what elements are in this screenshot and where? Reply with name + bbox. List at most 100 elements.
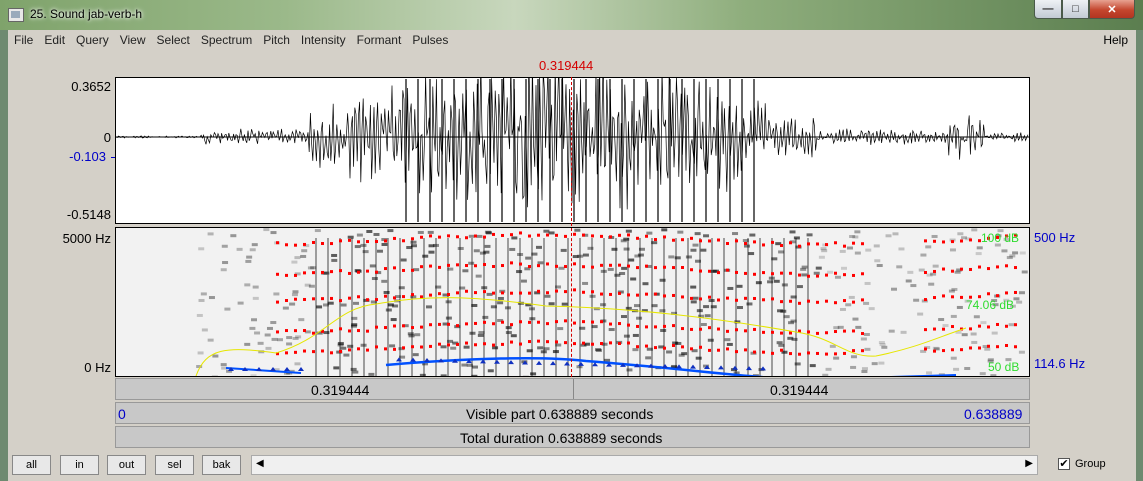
menu-file[interactable]: File [8, 30, 38, 50]
menu-spectrum[interactable]: Spectrum [195, 30, 257, 50]
spectrogram-cell [726, 342, 733, 346]
menu-query[interactable]: Query [70, 30, 114, 50]
formant-point [690, 236, 693, 240]
spectrogram-cell [625, 229, 632, 233]
formant-point [285, 299, 288, 303]
formant-point [843, 299, 846, 303]
formant-point [483, 235, 486, 239]
spectrogram-cell [244, 283, 251, 287]
scroll-left-icon[interactable]: ◀ [256, 458, 264, 469]
formant-point [537, 264, 540, 268]
formant-point [474, 234, 477, 238]
total-duration-bar[interactable]: Total duration 0.638889 seconds [115, 426, 1030, 448]
in-button[interactable]: in [60, 455, 99, 475]
spectrogram-cell [273, 292, 280, 296]
formant-point [771, 351, 774, 355]
formant-point [384, 294, 387, 298]
spectrogram-cell [666, 350, 673, 354]
spectrogram-cell [366, 229, 373, 233]
spectrogram-plot [195, 228, 1028, 376]
spectrogram-cell [845, 303, 852, 307]
formant-point [483, 342, 486, 346]
formant-point [816, 242, 819, 246]
menu-pulses[interactable]: Pulses [406, 30, 453, 50]
spectrogram-cell [222, 261, 229, 265]
spectrogram-cell [211, 375, 218, 376]
formant-point [861, 349, 864, 353]
pitch-point [578, 361, 584, 366]
visible-part-bar[interactable]: 0 Visible part 0.638889 seconds 0.638889 [115, 402, 1030, 424]
maximize-button[interactable]: □ [1062, 0, 1089, 19]
spectrogram-cell [440, 345, 447, 349]
scroll-right-icon[interactable]: ▶ [1025, 458, 1033, 469]
formant-point [591, 290, 594, 294]
formant-point [609, 341, 612, 345]
spectrogram-cell [975, 252, 982, 256]
formant-point [447, 343, 450, 347]
formant-point [969, 238, 972, 242]
spectrogram-cell [971, 340, 978, 344]
menu-intensity[interactable]: Intensity [295, 30, 351, 50]
formant-point [681, 265, 684, 269]
formant-point [429, 293, 432, 297]
spectrogram-cell [412, 353, 419, 357]
menu-formant[interactable]: Formant [351, 30, 407, 50]
formant-point [483, 263, 486, 267]
spectrogram-cell [677, 230, 684, 234]
spectrogram-cell [250, 374, 257, 376]
formant-point [357, 295, 360, 299]
spectrogram-cell [928, 282, 935, 286]
formant-point [735, 298, 738, 302]
spectrogram-cell [477, 333, 484, 337]
spectrogram-cell [389, 344, 396, 348]
spectrogram-cell [265, 346, 272, 350]
formant-point [393, 347, 396, 351]
all-button[interactable]: all [12, 455, 51, 475]
spectrogram-panel[interactable] [115, 227, 1030, 377]
formant-point [582, 233, 585, 237]
formant-point [672, 238, 675, 242]
app-icon[interactable] [8, 8, 24, 22]
spectrogram-cell [595, 348, 602, 352]
spectrogram-cell [1021, 270, 1028, 274]
formant-point [681, 345, 684, 349]
formant-point [474, 343, 477, 347]
spectrogram-cell [979, 372, 986, 376]
formant-point [402, 295, 405, 299]
spectrogram-cell [1001, 249, 1008, 253]
waveform-panel[interactable] [115, 52, 1030, 224]
spectrogram-cell [291, 293, 298, 297]
menu-edit[interactable]: Edit [38, 30, 70, 50]
spectrogram-cell [289, 302, 296, 306]
menu-pitch[interactable]: Pitch [257, 30, 295, 50]
sel-button[interactable]: sel [155, 455, 194, 475]
formant-point [330, 270, 333, 274]
menu-help[interactable]: Help [1103, 33, 1128, 47]
formant-point [753, 240, 756, 244]
formant-point [600, 263, 603, 267]
spectrogram-cell [369, 264, 376, 268]
minimize-button[interactable]: — [1034, 0, 1062, 19]
close-button[interactable]: ✕ [1089, 0, 1135, 19]
horizontal-scrollbar[interactable]: ◀ ▶ [251, 455, 1038, 475]
spectrogram-cell [271, 337, 278, 341]
formant-point [411, 293, 414, 297]
time-selection-bar[interactable]: 0.319444 0.319444 [115, 378, 1030, 400]
menu-view[interactable]: View [114, 30, 151, 50]
formant-point [510, 261, 513, 265]
formant-point [312, 331, 315, 335]
spectrogram-cell [954, 270, 961, 274]
formant-point [627, 264, 630, 268]
spectrogram-cell [827, 270, 834, 274]
formant-point [654, 292, 657, 296]
formant-point [366, 269, 369, 273]
out-button[interactable]: out [107, 455, 146, 475]
spectrogram-cell [561, 302, 568, 306]
menu-select[interactable]: Select [151, 30, 195, 50]
spectrogram-cell [938, 318, 945, 322]
group-checkbox[interactable]: ✔ [1058, 458, 1070, 470]
bak-button[interactable]: bak [202, 455, 241, 475]
formant-point [393, 266, 396, 270]
formant-point [942, 267, 945, 271]
spectrogram-cell [990, 374, 997, 376]
